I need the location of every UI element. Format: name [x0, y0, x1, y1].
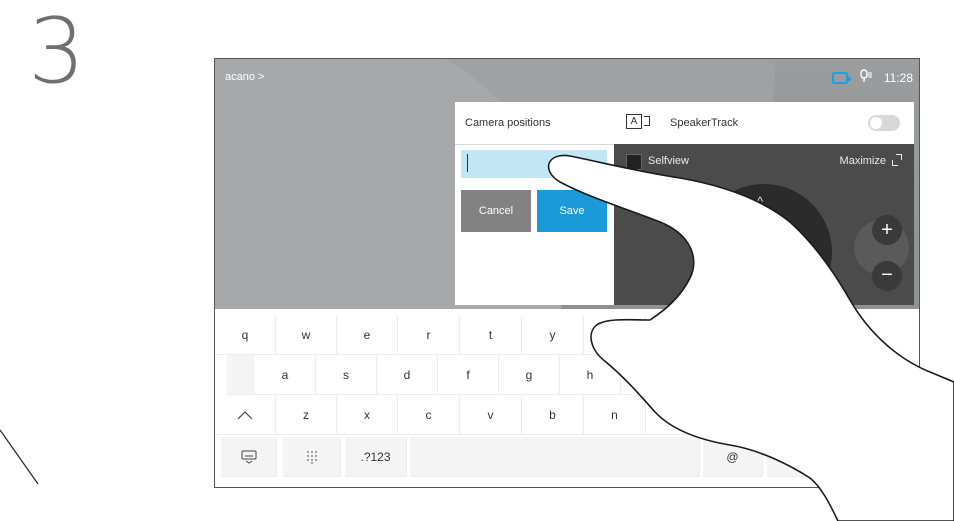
save-button[interactable]: Save	[537, 190, 607, 232]
key[interactable]: m	[646, 395, 708, 435]
key[interactable]: f	[438, 355, 499, 395]
key[interactable]: q	[215, 315, 276, 355]
selfview-label: Selfview	[648, 155, 689, 167]
numpad-key[interactable]	[283, 437, 341, 477]
key[interactable]: d	[377, 355, 438, 395]
key[interactable]: o	[708, 315, 770, 355]
key[interactable]	[708, 395, 770, 435]
key[interactable]: x	[337, 395, 398, 435]
numbers-key[interactable]: .?123	[345, 437, 407, 477]
pan-tilt-joystick[interactable]	[696, 184, 832, 305]
clock: 11:28	[883, 70, 913, 85]
key[interactable]: i	[646, 315, 708, 355]
shift-icon	[237, 410, 253, 419]
key[interactable]: w	[276, 315, 337, 355]
mic-status-icon	[860, 69, 872, 86]
device-edge-line	[0, 429, 39, 485]
keyboard-hide-icon	[241, 450, 256, 464]
dot-com-key[interactable]: .com	[767, 437, 829, 477]
speakertrack-toggle[interactable]	[868, 115, 900, 131]
touch-panel-screen: acano > 11:28 Camera positions Cancel Sa…	[214, 58, 920, 488]
camera-status-icon	[831, 71, 852, 84]
zoom-in-button[interactable]: +	[872, 215, 902, 245]
camera-positions-dialog: Camera positions Cancel Save	[455, 102, 615, 305]
maximize-icon[interactable]	[892, 154, 902, 166]
key[interactable]: a	[255, 355, 316, 395]
key[interactable]: b	[522, 395, 584, 435]
shift-key[interactable]	[215, 395, 276, 435]
zoom-out-button[interactable]: −	[872, 261, 902, 291]
key[interactable]: g	[499, 355, 560, 395]
speakertrack-label: SpeakerTrack	[670, 117, 739, 129]
key[interactable]: h	[560, 355, 621, 395]
at-key[interactable]: @	[703, 437, 763, 477]
meeting-name[interactable]: acano >	[225, 71, 264, 83]
key[interactable]: n	[584, 395, 646, 435]
key[interactable]: u	[584, 315, 646, 355]
key[interactable]: r	[398, 315, 460, 355]
mic-icon	[860, 69, 872, 82]
key[interactable]: p	[770, 315, 832, 355]
speakertrack-icon: A	[626, 114, 642, 129]
key[interactable]: t	[460, 315, 522, 355]
key[interactable]: j	[621, 355, 682, 395]
key[interactable]: c	[398, 395, 460, 435]
selfview-checkbox[interactable]	[626, 154, 642, 170]
status-icons: 11:28	[831, 69, 913, 86]
key[interactable]: l	[743, 355, 804, 395]
hide-keyboard-key[interactable]	[221, 437, 277, 477]
key[interactable]: s	[316, 355, 377, 395]
key[interactable]: y	[522, 315, 584, 355]
text-caret	[467, 154, 468, 172]
cancel-button[interactable]: Cancel	[461, 190, 531, 232]
key[interactable]: z	[276, 395, 337, 435]
step-number: 3	[28, 0, 86, 104]
status-bar: acano > 11:28	[215, 59, 919, 95]
numpad-icon	[306, 450, 317, 464]
space-key[interactable]	[410, 437, 700, 477]
on-screen-keyboard: q w e r t y u i o p a s d f g h j k l z …	[215, 309, 919, 487]
key[interactable]	[770, 395, 832, 435]
position-name-input[interactable]	[461, 150, 607, 178]
camera-control-panel: A SpeakerTrack Selfview Maximize ^ + −	[614, 102, 914, 305]
pan-up-icon[interactable]: ^	[757, 194, 763, 209]
divider	[455, 144, 615, 145]
speakertrack-row: A SpeakerTrack	[614, 102, 914, 144]
key[interactable]: v	[460, 395, 522, 435]
dialog-title: Camera positions	[465, 117, 551, 129]
key[interactable]: e	[337, 315, 398, 355]
maximize-label[interactable]: Maximize	[840, 155, 886, 167]
speakertrack-icon-lens	[644, 116, 650, 126]
key[interactable]: k	[682, 355, 743, 395]
